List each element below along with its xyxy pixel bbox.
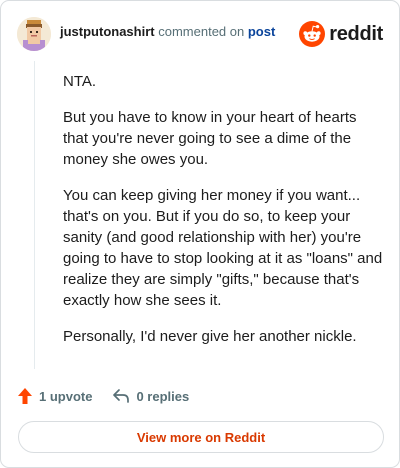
comment-paragraph: But you have to know in your heart of he…: [63, 109, 357, 168]
comment-header: justputonashirt commented on post reddit: [17, 15, 385, 53]
replies-count: 0 replies: [136, 388, 190, 404]
reddit-wordmark: reddit: [329, 22, 383, 45]
username[interactable]: justputonashirt: [60, 24, 155, 39]
comment-paragraph: NTA.: [63, 73, 97, 90]
comment-paragraph: Personally, I'd never give her another n…: [63, 328, 357, 345]
comment-body: NTA. But you have to know in your heart …: [63, 71, 383, 362]
view-more-button[interactable]: View more on Reddit: [18, 421, 384, 453]
comment-embed-card: justputonashirt commented on post reddit…: [0, 0, 400, 468]
post-link[interactable]: post: [248, 24, 275, 39]
replies-button[interactable]: 0 replies: [112, 388, 189, 404]
avatar[interactable]: [17, 17, 51, 51]
action-text: commented on: [158, 24, 245, 39]
reddit-logo[interactable]: reddit: [299, 21, 383, 47]
upvote-button[interactable]: 1 upvote: [17, 387, 92, 405]
comment-actions: 1 upvote 0 replies: [17, 385, 189, 407]
comment-meta: justputonashirt commented on post: [60, 24, 275, 40]
upvote-arrow-icon: [18, 388, 32, 404]
upvote-count: 1 upvote: [39, 388, 93, 404]
thread-line: [34, 61, 35, 369]
reply-arrow-icon: [113, 389, 130, 403]
reddit-logo-icon: [299, 21, 326, 47]
comment-paragraph: You can keep giving her money if you wan…: [63, 187, 383, 309]
